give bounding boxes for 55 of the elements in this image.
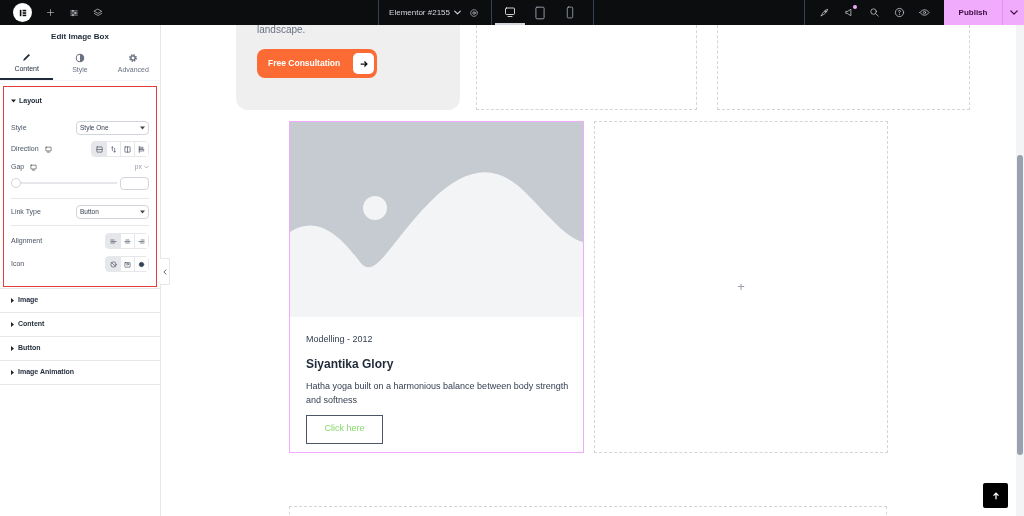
- gap-input-field[interactable]: [120, 176, 149, 190]
- flag-icon: [137, 144, 146, 154]
- settings-icon[interactable]: [469, 7, 479, 18]
- slider-thumb[interactable]: [11, 178, 21, 188]
- monitor-icon: [44, 145, 52, 153]
- desktop-icon: [504, 5, 516, 18]
- gap-slider[interactable]: [11, 178, 117, 188]
- monitor-icon: [30, 163, 38, 171]
- arrows-icon: [109, 144, 118, 154]
- collapse-panel-handle[interactable]: [160, 258, 170, 285]
- caret-right-icon: [11, 370, 14, 375]
- circle-icon: [137, 259, 146, 269]
- option-button[interactable]: [134, 257, 148, 271]
- align-right-icon: [137, 236, 146, 246]
- bars-icon: [18, 8, 27, 17]
- mobile-icon: [565, 6, 575, 19]
- chevron-left-icon: [162, 268, 167, 275]
- layers-icon[interactable]: [93, 7, 103, 18]
- image-icon: [123, 259, 132, 269]
- no-entry-icon: [108, 259, 118, 269]
- tablet-icon: [534, 5, 546, 20]
- chevron-down-icon: [1009, 10, 1018, 15]
- caret-icon: [140, 210, 145, 214]
- search-icon[interactable]: [869, 7, 880, 18]
- card-title: Siyantika Glory: [306, 355, 395, 373]
- megaphone-icon[interactable]: [844, 7, 855, 18]
- caret-icon: [140, 126, 145, 130]
- panel-title: Edit Image Box: [51, 30, 109, 43]
- pencil-icon: [21, 51, 32, 62]
- plus-icon[interactable]: [46, 8, 55, 17]
- card-description: Hatha yoga built on a harmonious balance between body strength and softness: [306, 379, 570, 407]
- chevron-down-icon: [454, 10, 461, 15]
- card-subtitle: Modelling - 2012: [306, 333, 374, 346]
- caret-right-icon: [11, 298, 14, 303]
- layout-row-icon: [123, 144, 132, 154]
- publish-options-button[interactable]: [1002, 0, 1024, 25]
- hero-text: landscape.: [257, 25, 307, 35]
- back-to-top-button[interactable]: [983, 483, 1008, 508]
- layout-column-icon: [94, 144, 104, 154]
- caret-right-icon: [11, 346, 14, 351]
- arrow-up-icon: [990, 490, 1001, 501]
- align-left-icon: [108, 236, 118, 246]
- chevron-down-icon: [144, 165, 149, 169]
- contrast-icon: [75, 52, 85, 63]
- document-title-button[interactable]: Elementor #2155: [389, 6, 461, 19]
- help-icon[interactable]: [894, 7, 905, 18]
- publish-button[interactable]: Publish: [944, 0, 1002, 25]
- scrollbar-thumb[interactable]: [1017, 155, 1023, 455]
- sliders-icon[interactable]: [69, 7, 79, 18]
- caret-right-icon: [11, 322, 14, 327]
- logo-icon[interactable]: [13, 3, 32, 22]
- eye-icon[interactable]: [919, 7, 930, 18]
- align-center-icon: [123, 236, 132, 246]
- gear-icon: [128, 52, 139, 63]
- caret-down-icon: [11, 99, 16, 103]
